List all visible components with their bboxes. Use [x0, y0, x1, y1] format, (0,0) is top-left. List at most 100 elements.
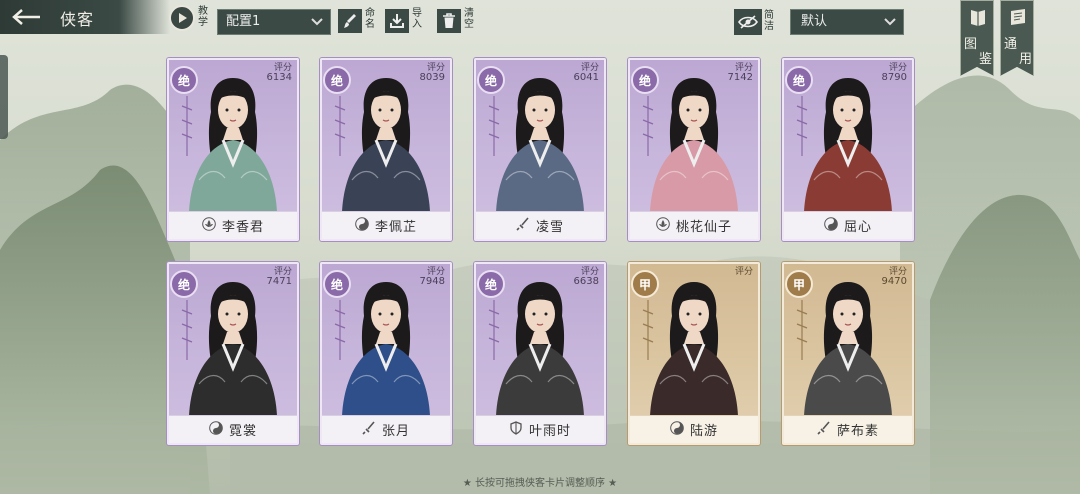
compact-label: 简洁	[764, 10, 774, 32]
rename-label: 命名	[365, 8, 375, 30]
lotus-sect-icon	[202, 216, 222, 235]
sword-flourish-icon	[181, 300, 193, 360]
hero-nameplate: 张月	[322, 415, 450, 443]
import-label: 导入	[412, 8, 422, 30]
back-arrow-icon	[12, 9, 40, 25]
sword-flourish-icon	[796, 300, 808, 360]
hero-name: 萨布素	[836, 424, 879, 439]
hero-card[interactable]: 绝 评分 6134 李香君	[167, 58, 299, 241]
rarity-text: 绝	[792, 73, 805, 88]
scroll-book-icon	[1011, 9, 1025, 25]
rarity-badge: 绝	[785, 66, 813, 94]
import-icon	[385, 9, 409, 33]
score-value: 6134	[266, 72, 292, 83]
rarity-text: 绝	[330, 277, 343, 292]
config-dropdown[interactable]: 配置1	[217, 9, 331, 35]
gallery-banner-button[interactable]: 图 鉴	[960, 0, 994, 76]
rarity-text: 绝	[177, 277, 190, 292]
sword-sect-icon	[516, 216, 536, 235]
score-value: 7142	[727, 72, 753, 83]
config-value: 配置1	[226, 14, 261, 29]
drag-hint: ★ 长按可拖拽侠客卡片调整顺序 ★	[462, 478, 618, 489]
rarity-badge: 甲	[785, 270, 813, 298]
tutorial-button[interactable]: 教学	[169, 5, 211, 33]
eye-slash-icon	[734, 9, 762, 35]
hero-card[interactable]: 甲 评分 9470 萨布素	[782, 262, 914, 445]
hero-nameplate: 陆游	[630, 415, 758, 443]
rarity-badge: 绝	[323, 66, 351, 94]
gallery-label-a: 图	[964, 37, 978, 52]
rarity-badge: 绝	[477, 66, 505, 94]
score-block: 评分 6041	[574, 63, 599, 83]
chevron-down-icon	[884, 18, 896, 26]
book-icon	[971, 10, 985, 26]
score-block: 评分	[735, 267, 753, 277]
score-block: 评分 6134	[267, 63, 292, 83]
hero-name: 陆游	[689, 424, 718, 439]
page-title: 侠客	[60, 10, 95, 29]
hero-card[interactable]: 绝 评分 8790 屈心	[782, 58, 914, 241]
rarity-text: 绝	[638, 73, 651, 88]
rarity-text: 甲	[792, 277, 805, 292]
compact-toggle[interactable]: 简洁	[734, 9, 784, 37]
hero-card[interactable]: 绝 评分 7471 霓裳	[167, 262, 299, 445]
sword-flourish-icon	[334, 300, 346, 360]
sword-flourish-icon	[642, 300, 654, 360]
play-icon	[169, 5, 195, 31]
yinyang-sect-icon	[355, 216, 375, 235]
sort-value: 默认	[801, 14, 828, 29]
score-value: 9470	[881, 276, 907, 287]
sword-sect-icon	[362, 420, 382, 439]
rarity-badge: 绝	[170, 66, 198, 94]
rarity-badge: 绝	[477, 270, 505, 298]
tutorial-label: 教学	[198, 6, 208, 28]
score-label: 评分	[734, 267, 753, 277]
score-block: 评分 7142	[728, 63, 753, 83]
general-banner-button[interactable]: 通 用	[1000, 0, 1034, 76]
hero-name: 屈心	[843, 220, 872, 235]
clear-button[interactable]: 清空	[437, 8, 477, 36]
hero-nameplate: 李香君	[169, 211, 297, 239]
title-block: 侠客	[0, 0, 170, 34]
hero-card[interactable]: 绝 评分 8039 李佩芷	[320, 58, 452, 241]
sword-flourish-icon	[796, 96, 808, 156]
hero-name: 李佩芷	[374, 220, 417, 235]
score-block: 评分 9470	[882, 267, 907, 287]
hero-nameplate: 霓裳	[169, 415, 297, 443]
rarity-badge: 绝	[323, 270, 351, 298]
import-button[interactable]: 导入	[385, 8, 425, 36]
hero-name: 李香君	[221, 220, 264, 235]
hero-card[interactable]: 甲 评分 陆游	[628, 262, 760, 445]
gallery-label-b: 鉴	[978, 52, 992, 67]
score-value: 7948	[419, 276, 445, 287]
general-label-b: 用	[1018, 52, 1032, 67]
hero-name: 叶雨时	[528, 424, 571, 439]
score-value: 8039	[419, 72, 445, 83]
rename-button[interactable]: 命名	[338, 8, 378, 36]
rarity-badge: 绝	[631, 66, 659, 94]
top-bar: 侠客 教学 配置1 命名 导入 清空 简洁 默认 图 鉴 通 用	[0, 0, 1080, 76]
hero-name: 桃花仙子	[675, 220, 732, 235]
yinyang-sect-icon	[670, 420, 690, 439]
hero-card[interactable]: 绝 评分 7142 桃花仙子	[628, 58, 760, 241]
shield-sect-icon	[509, 420, 529, 439]
rarity-badge: 绝	[170, 270, 198, 298]
hero-nameplate: 李佩芷	[322, 211, 450, 239]
back-button[interactable]	[6, 4, 46, 30]
score-block: 评分 7948	[420, 267, 445, 287]
sword-flourish-icon	[488, 300, 500, 360]
sort-dropdown[interactable]: 默认	[790, 9, 904, 35]
yinyang-sect-icon	[209, 420, 229, 439]
rarity-text: 绝	[330, 73, 343, 88]
hero-card[interactable]: 绝 评分 7948 张月	[320, 262, 452, 445]
score-value: 8790	[881, 72, 907, 83]
rarity-text: 绝	[177, 73, 190, 88]
hero-card[interactable]: 绝 评分 6041 凌雪	[474, 58, 606, 241]
yinyang-sect-icon	[824, 216, 844, 235]
side-drawer-handle[interactable]	[0, 55, 8, 139]
hero-card[interactable]: 绝 评分 6638 叶雨时	[474, 262, 606, 445]
score-block: 评分 8039	[420, 63, 445, 83]
hero-nameplate: 凌雪	[476, 211, 604, 239]
score-block: 评分 6638	[574, 267, 599, 287]
lotus-sect-icon	[656, 216, 676, 235]
